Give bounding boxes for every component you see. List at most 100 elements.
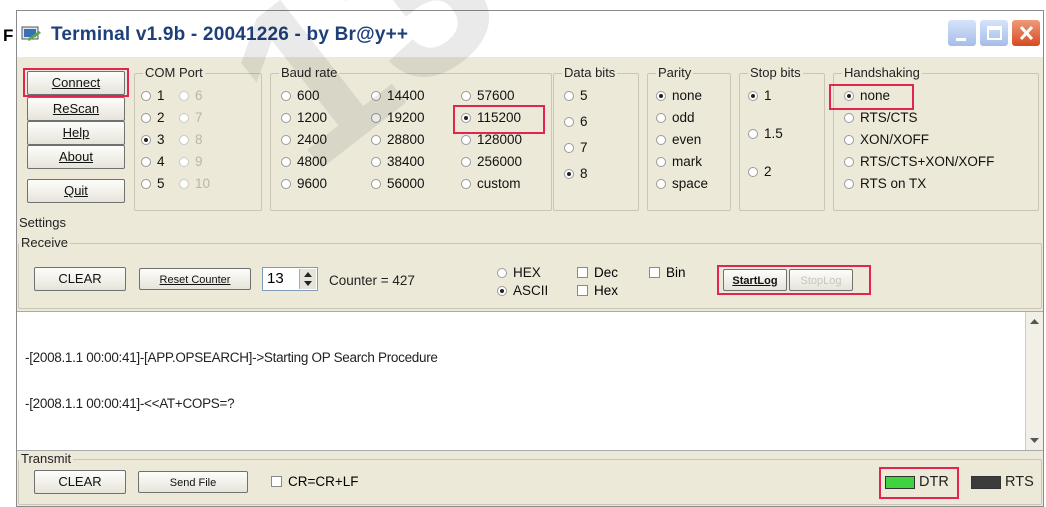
data-bits-option-label: 8 [580,166,588,181]
com-port-option-label: 2 [157,110,165,125]
com-port-radio-9[interactable]: 9 [179,154,203,170]
radio-dot [371,113,381,123]
parity-radio-even[interactable]: even [656,132,701,148]
settings-label: Settings [19,215,66,230]
transmit-title: Transmit [19,451,74,467]
baud-radio-57600[interactable]: 57600 [461,88,515,104]
baud-radio-38400[interactable]: 38400 [371,154,425,170]
receive-hex-checkbox[interactable]: Hex [577,283,618,299]
baud-radio-1200[interactable]: 1200 [281,110,327,126]
title-bar[interactable]: Terminal v1.9b - 20041226 - by Br@y++ [17,11,1043,57]
receive-hex-radio[interactable]: HEX [497,265,541,281]
data-bits-radio-8[interactable]: 8 [564,166,588,182]
receive-dec-checkbox[interactable]: Dec [577,265,618,281]
help-button[interactable]: Help [27,121,125,145]
com-port-radio-6[interactable]: 6 [179,88,203,104]
parity-radio-mark[interactable]: mark [656,154,702,170]
radio-dot [281,113,291,123]
baud-option-label: 9600 [297,176,328,191]
baud-option-label: 4800 [297,154,328,169]
com-port-option-label: 8 [195,132,203,147]
baud-radio-2400[interactable]: 2400 [281,132,327,148]
quit-button[interactable]: Quit [27,179,125,203]
handshaking-radio-rts-on-tx[interactable]: RTS on TX [844,176,926,192]
com-port-radio-2[interactable]: 2 [141,110,165,126]
send-file-button[interactable]: Send File [138,471,248,493]
stop-bits-option-label: 1 [764,88,772,103]
spinner-arrows-icon[interactable] [299,269,316,289]
parity-radio-none[interactable]: none [656,88,702,104]
com-port-radio-4[interactable]: 4 [141,154,165,170]
baud-option-label: custom [477,176,521,191]
baud-radio-128000[interactable]: 128000 [461,132,522,148]
data-bits-option-label: 6 [580,114,588,129]
com-port-option-label: 1 [157,88,165,103]
handshaking-radio-xon-xoff[interactable]: XON/XOFF [844,132,929,148]
receive-clear-button[interactable]: CLEAR [34,267,126,291]
receive-ascii-radio[interactable]: ASCII [497,283,548,299]
receive-bin-label: Bin [666,265,686,280]
data-bits-radio-5[interactable]: 5 [564,88,588,104]
window-title: Terminal v1.9b - 20041226 - by Br@y++ [51,24,409,45]
com-port-option-label: 9 [195,154,203,169]
baud-option-label: 600 [297,88,320,103]
radio-dot [461,135,471,145]
data-bits-radio-6[interactable]: 6 [564,114,588,130]
transmit-clear-button[interactable]: CLEAR [34,470,126,494]
parity-option-label: none [672,88,703,103]
cr-crlf-checkbox[interactable]: CR=CR+LF [271,474,359,490]
radio-dot [461,91,471,101]
data-bits-radio-7[interactable]: 7 [564,140,588,156]
com-port-radio-10[interactable]: 10 [179,176,210,192]
about-button[interactable]: About [27,145,125,169]
radio-dot [461,157,471,167]
receive-log-area[interactable]: -[2008.1.1 00:00:41]-[APP.OPSEARCH]->Sta… [17,311,1043,451]
com-port-radio-7[interactable]: 7 [179,110,203,126]
dtr-highlight-box [879,467,959,499]
stop-bits-radio-2[interactable]: 2 [748,164,772,180]
baud-radio-28800[interactable]: 28800 [371,132,425,148]
radio-dot [497,286,507,296]
radio-dot [141,179,151,189]
receive-bin-checkbox[interactable]: Bin [649,265,686,281]
stop-bits-radio-1-5[interactable]: 1.5 [748,126,783,142]
radio-dot [371,157,381,167]
com-port-radio-5[interactable]: 5 [141,176,165,192]
minimize-button[interactable] [947,19,977,47]
parity-radio-odd[interactable]: odd [656,110,695,126]
com-port-radio-8[interactable]: 8 [179,132,203,148]
connect-highlight-box [23,68,129,97]
rescan-button[interactable]: ReScan [27,97,125,121]
baud-radio-56000[interactable]: 56000 [371,176,425,192]
handshaking-radio-rts-cts[interactable]: RTS/CTS [844,110,918,126]
baud-radio-14400[interactable]: 14400 [371,88,425,104]
baud-option-label: 57600 [477,88,515,103]
parity-title: Parity [656,65,694,81]
baud-radio-custom[interactable]: custom [461,176,521,192]
baud-radio-19200[interactable]: 19200 [371,110,425,126]
rts-led-icon[interactable] [971,476,1001,489]
data-bits-group: Data bits 5 6 7 8 [553,65,639,211]
baud-option-label: 128000 [477,132,523,147]
receive-hex-label: HEX [513,265,541,280]
com-port-radio-1[interactable]: 1 [141,88,165,104]
stop-bits-radio-1[interactable]: 1 [748,88,772,104]
handshaking-option-label: XON/XOFF [860,132,930,147]
close-button[interactable] [1011,19,1041,47]
log-line: -[2008.1.1 00:00:41]-[APP.OPSEARCH]->Sta… [25,350,438,365]
checkbox-box [577,267,588,278]
baud-radio-4800[interactable]: 4800 [281,154,327,170]
cr-crlf-label: CR=CR+LF [288,474,359,489]
counter-spinner[interactable]: 13 [262,267,318,291]
log-vertical-scrollbar[interactable] [1025,312,1043,450]
baud-radio-9600[interactable]: 9600 [281,176,327,192]
radio-dot [179,179,189,189]
log-line: -[2008.1.1 00:00:41]-<<AT+COPS=? [25,396,235,411]
handshaking-radio-rts-cts-xon-xoff[interactable]: RTS/CTS+XON/XOFF [844,154,994,170]
maximize-button[interactable] [979,19,1009,47]
baud-radio-256000[interactable]: 256000 [461,154,522,170]
reset-counter-button[interactable]: Reset Counter [139,268,251,290]
baud-radio-600[interactable]: 600 [281,88,320,104]
com-port-radio-3[interactable]: 3 [141,132,165,148]
parity-radio-space[interactable]: space [656,176,708,192]
